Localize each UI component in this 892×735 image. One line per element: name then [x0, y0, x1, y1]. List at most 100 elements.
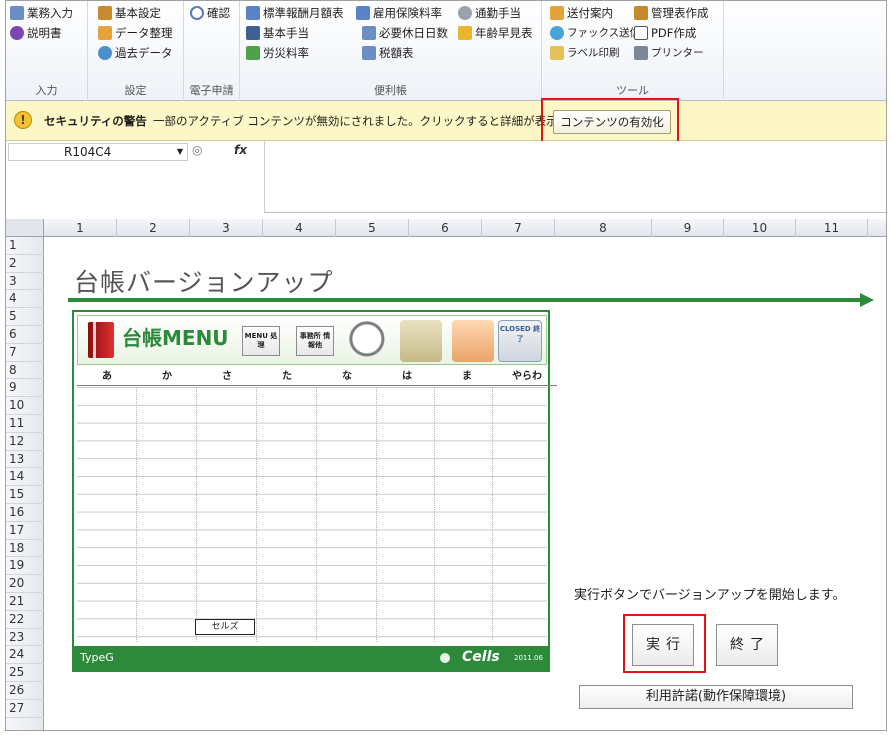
- page-title: 台帳バージョンアップ: [74, 268, 334, 297]
- row-headers: 1 2 3 4 5 6 7 8 9 10 11 12 13 14 15 16 17 18 19 20 21 22 23 24 2…: [6, 237, 44, 730]
- table-icon: [246, 6, 260, 20]
- past-data-button[interactable]: 過去データ: [98, 44, 173, 62]
- document-icon: [362, 46, 376, 60]
- column-header[interactable]: 10: [724, 219, 796, 237]
- column-header[interactable]: 5: [336, 219, 409, 237]
- row-header[interactable]: 5: [6, 308, 44, 326]
- group-label-handbook: 便利帳: [374, 84, 407, 97]
- help-icon: [10, 26, 24, 40]
- column-header[interactable]: 8: [555, 219, 652, 237]
- age-table-button[interactable]: 年齢早見表: [458, 24, 533, 42]
- printer-icon: [634, 46, 648, 60]
- row-header[interactable]: 3: [6, 273, 44, 291]
- data-cleanup-button[interactable]: データ整理: [98, 24, 173, 42]
- security-warning-title: セキュリティの警告: [44, 114, 147, 128]
- ribbon-group-handbook: 標準報酬月額表 基本手当 労災料率 雇用保険料率 必要休日日数 税額表 通勤手当…: [240, 1, 542, 101]
- row-header[interactable]: 27: [6, 700, 44, 718]
- row-header[interactable]: 8: [6, 362, 44, 380]
- row-header[interactable]: 23: [6, 629, 44, 647]
- column-header[interactable]: 3: [190, 219, 263, 237]
- group-label-tools: ツール: [616, 84, 649, 97]
- footer-type: TypeG: [80, 651, 114, 664]
- row-header[interactable]: 10: [6, 397, 44, 415]
- manual-button[interactable]: 説明書: [10, 24, 62, 42]
- row-header[interactable]: 22: [6, 611, 44, 629]
- management-table-button[interactable]: 管理表作成: [634, 4, 709, 22]
- column-header[interactable]: 6: [409, 219, 482, 237]
- row-header[interactable]: 17: [6, 522, 44, 540]
- row-header[interactable]: 7: [6, 344, 44, 362]
- menu-header: 台帳MENU MENU 処理 事務所 情報他 CLOSED 終了: [77, 315, 547, 365]
- row-header[interactable]: 9: [6, 379, 44, 398]
- employment-insurance-rate-button[interactable]: 雇用保険料率: [356, 4, 442, 22]
- magnifier-icon: [190, 6, 204, 20]
- commute-allowance-button[interactable]: 通勤手当: [458, 4, 521, 22]
- settings-icon: [98, 6, 112, 20]
- row-header[interactable]: 4: [6, 290, 44, 309]
- label-print-button[interactable]: ラベル印刷: [550, 44, 620, 62]
- row-header[interactable]: 16: [6, 504, 44, 522]
- column-header[interactable]: 7: [482, 219, 555, 237]
- name-box[interactable]: R104C4 ▼: [8, 143, 188, 161]
- tab-yarawa: やらわ: [512, 371, 542, 382]
- row-header[interactable]: 11: [6, 415, 44, 433]
- highlight-box-enable: [541, 98, 679, 143]
- highlight-box-run: [623, 614, 706, 673]
- row-header[interactable]: 12: [6, 433, 44, 451]
- row-header[interactable]: 24: [6, 646, 44, 665]
- table-icon: [356, 6, 370, 20]
- chart-icon: [246, 46, 260, 60]
- row-header[interactable]: 2: [6, 255, 44, 273]
- footer-date: 2011.06: [514, 654, 543, 662]
- end-button[interactable]: 終了: [716, 624, 778, 666]
- ribbon-group-input: 業務入力 説明書 入力: [6, 1, 88, 101]
- standard-remuneration-button[interactable]: 標準報酬月額表: [246, 4, 344, 22]
- business-input-button[interactable]: 業務入力: [10, 4, 73, 22]
- fax-icon: [550, 26, 564, 40]
- column-header[interactable]: 4: [263, 219, 336, 237]
- cover-letter-button[interactable]: 送付案内: [550, 4, 613, 22]
- column-header[interactable]: 1: [44, 219, 117, 237]
- tab-a: あ: [102, 371, 112, 382]
- label-icon: [550, 46, 564, 60]
- column-header[interactable]: 2: [117, 219, 190, 237]
- tab-ma: ま: [462, 371, 472, 382]
- tax-table-button[interactable]: 税額表: [362, 44, 414, 62]
- warning-icon: !: [14, 111, 32, 129]
- cancel-icon[interactable]: ◎: [192, 143, 202, 157]
- basic-settings-button[interactable]: 基本設定: [98, 4, 161, 22]
- fax-send-button[interactable]: ファックス送信: [550, 24, 640, 42]
- fx-icon[interactable]: fx: [234, 143, 247, 157]
- basic-allowance-button[interactable]: 基本手当: [246, 24, 309, 42]
- select-all-corner[interactable]: [6, 219, 44, 237]
- pdf-create-button[interactable]: PDF作成: [634, 24, 696, 42]
- cells-label-box: セルズ: [195, 619, 255, 635]
- row-header[interactable]: 18: [6, 540, 44, 558]
- confirm-button[interactable]: 確認: [190, 4, 230, 22]
- row-header[interactable]: 15: [6, 486, 44, 504]
- row-header[interactable]: 26: [6, 682, 44, 700]
- row-header[interactable]: 19: [6, 557, 44, 576]
- office-info-button: 事務所 情報他: [296, 326, 334, 356]
- workers-comp-rate-button[interactable]: 労災料率: [246, 44, 309, 62]
- chevron-down-icon[interactable]: ▼: [177, 144, 183, 160]
- menu-footer: TypeG Cells 2011.06: [74, 646, 548, 670]
- required-holidays-button[interactable]: 必要休日日数: [362, 24, 448, 42]
- ribbon-group-tools: 送付案内 ファックス送信 ラベル印刷 管理表作成 PDF作成 プリンター ツール: [542, 1, 724, 101]
- row-header[interactable]: 6: [6, 326, 44, 344]
- row-header[interactable]: 13: [6, 451, 44, 469]
- row-header[interactable]: 21: [6, 593, 44, 611]
- license-button[interactable]: 利用許諾(動作保障環境): [579, 685, 853, 709]
- formula-divider: [264, 141, 265, 213]
- grid-line: [136, 387, 137, 642]
- row-header[interactable]: 25: [6, 664, 44, 682]
- printer-button[interactable]: プリンター: [634, 44, 704, 62]
- tools-icon: [452, 320, 494, 362]
- calendar-icon: [362, 26, 376, 40]
- column-header[interactable]: 11: [796, 219, 868, 237]
- row-header[interactable]: 14: [6, 468, 44, 487]
- column-header[interactable]: 9: [652, 219, 724, 237]
- edit-icon: [10, 6, 24, 20]
- row-header[interactable]: 1: [6, 237, 44, 255]
- row-header[interactable]: 20: [6, 575, 44, 593]
